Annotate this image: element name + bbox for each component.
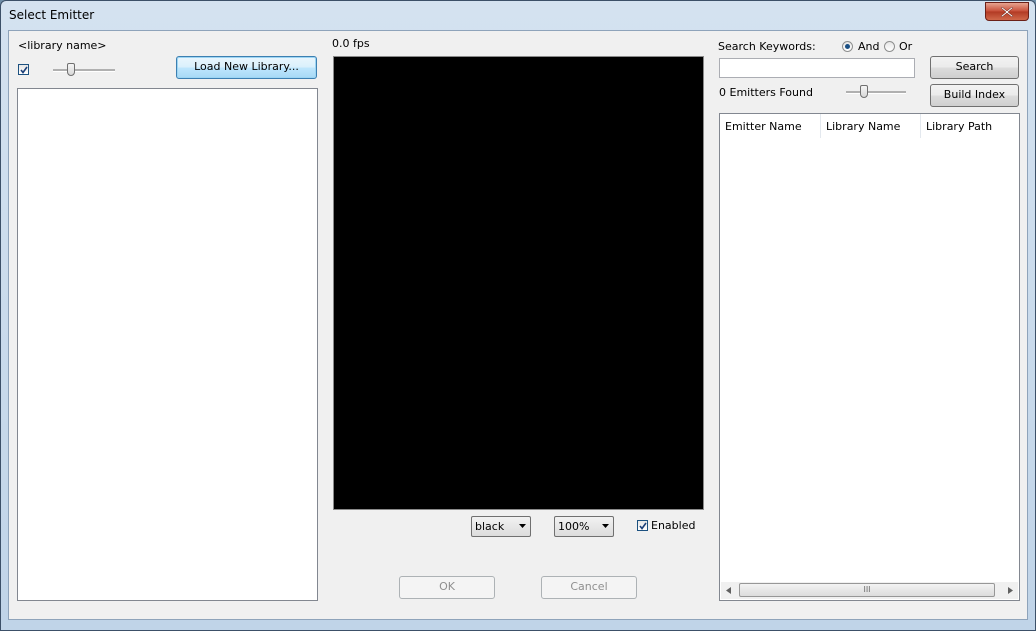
dialog-client-area: <library name> Load New Library... 0.0 f…	[8, 30, 1028, 620]
select-emitter-dialog: Select Emitter <library name> Load New L…	[0, 0, 1036, 631]
ok-button[interactable]: OK	[399, 576, 495, 599]
column-header-library-name[interactable]: Library Name	[821, 114, 921, 138]
results-slider[interactable]	[846, 84, 908, 99]
dropdown-arrow-icon	[519, 524, 526, 528]
scroll-right-arrow-icon[interactable]	[1008, 587, 1013, 594]
cancel-button[interactable]: Cancel	[541, 576, 637, 599]
results-slider-thumb[interactable]	[860, 85, 868, 98]
column-header-emitter-name[interactable]: Emitter Name	[720, 114, 821, 138]
dropdown-arrow-icon	[602, 524, 609, 528]
library-slider[interactable]	[53, 62, 117, 77]
emitters-found-label: 0 Emitters Found	[719, 86, 813, 99]
emitter-preview-canvas[interactable]	[333, 56, 704, 510]
and-radio[interactable]	[842, 41, 853, 52]
library-name-label: <library name>	[18, 39, 107, 52]
or-radio-label[interactable]: Or	[899, 40, 912, 53]
library-slider-thumb[interactable]	[67, 63, 75, 76]
enabled-checkbox[interactable]	[637, 520, 648, 531]
search-results-list[interactable]: Emitter Name Library Name Library Path I…	[719, 113, 1020, 601]
zoom-value: 100%	[558, 520, 590, 533]
zoom-select[interactable]: 100%	[554, 516, 614, 537]
title-bar[interactable]: Select Emitter	[1, 1, 1035, 29]
library-checkbox[interactable]	[18, 64, 29, 75]
fps-label: 0.0 fps	[332, 37, 370, 50]
background-color-value: black	[475, 520, 505, 533]
scroll-left-arrow-icon[interactable]	[726, 587, 731, 594]
scroll-grip-icon: III	[863, 585, 871, 594]
enabled-label[interactable]: Enabled	[651, 519, 695, 532]
build-index-button[interactable]: Build Index	[930, 84, 1019, 107]
search-button[interactable]: Search	[930, 56, 1019, 79]
close-icon	[1001, 7, 1013, 17]
horizontal-scrollbar[interactable]: III	[721, 582, 1018, 599]
window-title: Select Emitter	[9, 8, 95, 22]
close-button[interactable]	[985, 2, 1029, 21]
library-tree-panel[interactable]	[17, 88, 318, 601]
and-radio-label[interactable]: And	[858, 40, 879, 53]
scroll-thumb[interactable]: III	[739, 583, 995, 597]
load-new-library-button[interactable]: Load New Library...	[176, 56, 317, 79]
library-slider-track	[53, 69, 115, 72]
search-keywords-label: Search Keywords:	[718, 40, 816, 53]
column-header-library-path[interactable]: Library Path	[921, 114, 1019, 138]
background-color-select[interactable]: black	[471, 516, 531, 537]
or-radio[interactable]	[884, 41, 895, 52]
results-slider-track	[846, 91, 906, 94]
checkmark-icon	[639, 522, 647, 530]
search-keywords-input[interactable]	[719, 58, 915, 78]
checkmark-icon	[20, 66, 28, 74]
